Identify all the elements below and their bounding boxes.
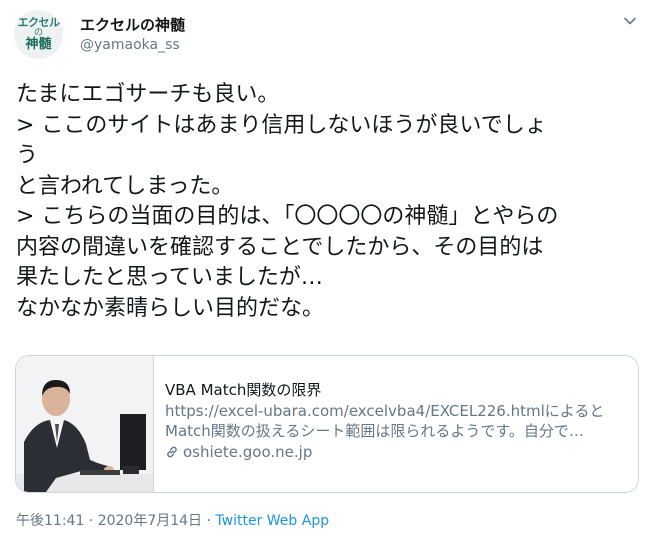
user-handle[interactable]: @yamaoka_ss (80, 37, 180, 53)
card-body: VBA Match関数の限界 https://excel-ubara.com/e… (165, 370, 629, 463)
tweet-text: たまにエゴサーチも良い。 > ここのサイトはあまり信用しないほうが良いでしょ う… (16, 82, 559, 321)
card-title: VBA Match関数の限界 (165, 381, 322, 399)
tweet-metadata: 午後11:41 · 2020年7月14日 · Twitter Web App (16, 510, 329, 530)
chevron-down-icon[interactable] (622, 13, 638, 29)
card-domain-row: oshiete.goo.ne.jp (165, 441, 629, 463)
man-typing-at-computer-photo (16, 356, 153, 492)
card-description: https://excel-ubara.com/excelvba4/EXCEL2… (165, 402, 605, 440)
avatar-text-line1: エクセル (17, 16, 61, 30)
avatar-text-line3: 神髄 (25, 37, 52, 53)
tweet-timestamp[interactable]: 午後11:41 · 2020年7月14日 (16, 513, 202, 529)
avatar[interactable]: エクセル の 神髄 (14, 10, 63, 59)
link-card[interactable]: VBA Match関数の限界 https://excel-ubara.com/e… (15, 355, 639, 493)
link-icon (167, 446, 177, 458)
user-display-name[interactable]: エクセルの神髄 (80, 14, 185, 35)
meta-separator: · (202, 513, 216, 529)
source-app-link[interactable]: Twitter Web App (215, 513, 329, 529)
card-domain: oshiete.goo.ne.jp (183, 443, 313, 461)
card-thumbnail (16, 356, 154, 492)
